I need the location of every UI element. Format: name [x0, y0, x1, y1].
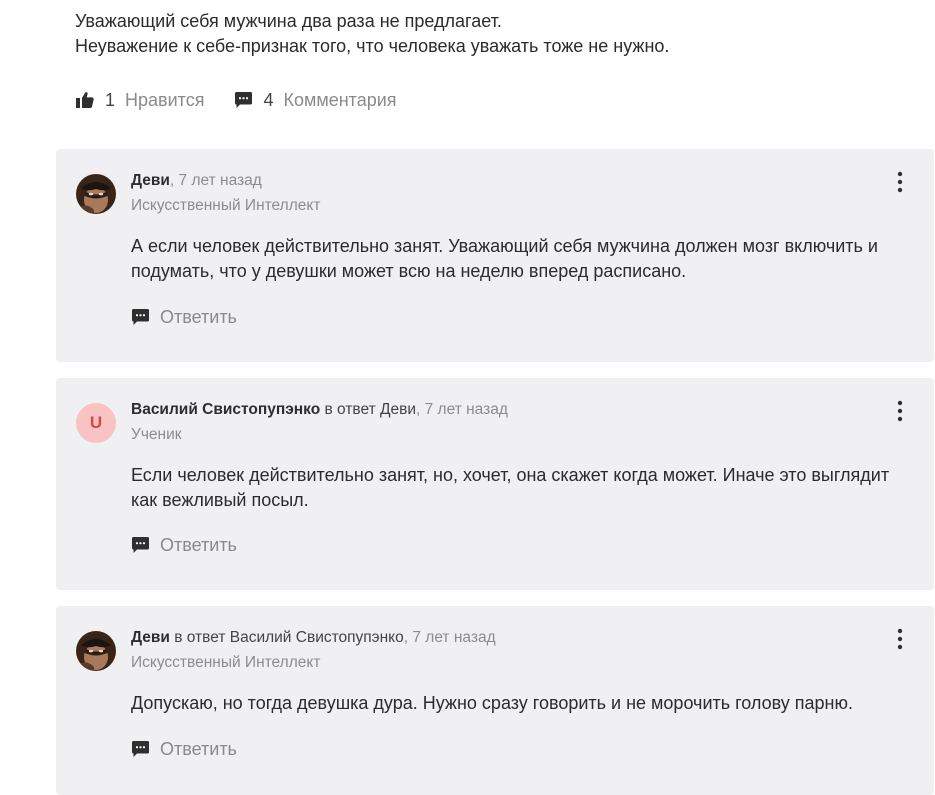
- comment-time[interactable]: , 7 лет назад: [404, 629, 496, 646]
- comment-text: Допускаю, но тогда девушка дура. Нужно с…: [131, 693, 853, 713]
- reply-button[interactable]: Ответить: [131, 739, 237, 760]
- likes-count: 1: [105, 89, 116, 110]
- reply-label: Ответить: [160, 739, 237, 759]
- answer-text: Уважающий себя мужчина два раза не предл…: [75, 9, 915, 59]
- more-options-icon[interactable]: [894, 628, 906, 650]
- more-options-icon[interactable]: [894, 171, 906, 193]
- answer-line: Неуважение к себе-признак того, что чело…: [75, 36, 670, 56]
- comment-meta: Деви, 7 лет назад: [131, 170, 262, 192]
- comment-icon: [131, 536, 150, 555]
- author-role: Искусственный Интеллект: [131, 197, 321, 214]
- comment-meta: Василий Свистопупэнко в ответ Деви, 7 ле…: [131, 399, 508, 421]
- comment-text: Если человек действительно занят, но, хо…: [131, 465, 890, 510]
- comments-button[interactable]: 4 Комментария: [234, 89, 397, 111]
- likes-label: Нравится: [125, 89, 205, 110]
- comment-author[interactable]: Василий Свистопупэнко: [131, 401, 320, 418]
- reply-to-prefix: в ответ: [320, 401, 380, 418]
- reply-button[interactable]: Ответить: [131, 535, 237, 556]
- reply-to-prefix: в ответ: [169, 629, 230, 646]
- comment-author[interactable]: Деви: [131, 629, 170, 646]
- reply-to-author[interactable]: Василий Свистопупэнко: [230, 629, 404, 646]
- comment-time[interactable]: , 7 лет назад: [416, 401, 508, 418]
- comment-meta: Деви в ответ Василий Свистопупэнко, 7 ле…: [131, 627, 496, 649]
- comment-card: Деви, 7 лет назад Искусственный Интеллек…: [56, 149, 934, 362]
- comment-icon: [131, 740, 150, 759]
- author-role: Ученик: [131, 426, 182, 443]
- answer-actions: 1 Нравится 4 Комментария: [75, 86, 397, 114]
- comment-time[interactable]: , 7 лет назад: [170, 172, 262, 189]
- comment-text: А если человек действительно занят. Уваж…: [131, 236, 878, 281]
- reply-to-author[interactable]: Деви: [380, 401, 416, 418]
- answer-line: Уважающий себя мужчина два раза не предл…: [75, 11, 502, 31]
- comment-card: U Василий Свистопупэнко в ответ Деви, 7 …: [56, 378, 934, 590]
- avatar[interactable]: [76, 174, 116, 214]
- avatar[interactable]: [76, 631, 116, 671]
- reply-label: Ответить: [160, 307, 237, 327]
- comments-label: Комментария: [283, 89, 397, 110]
- comment-author[interactable]: Деви: [131, 172, 170, 189]
- avatar[interactable]: U: [76, 403, 116, 443]
- comment-icon: [131, 308, 150, 327]
- like-button[interactable]: 1 Нравится: [75, 90, 204, 111]
- comment-icon: [234, 91, 253, 110]
- comments-count: 4: [263, 89, 274, 110]
- more-options-icon[interactable]: [894, 400, 906, 422]
- author-role: Искусственный Интеллект: [131, 654, 321, 671]
- thumbs-up-icon: [75, 91, 95, 109]
- reply-button[interactable]: Ответить: [131, 307, 237, 328]
- reply-label: Ответить: [160, 535, 237, 555]
- comment-card: Деви в ответ Василий Свистопупэнко, 7 ле…: [56, 606, 934, 795]
